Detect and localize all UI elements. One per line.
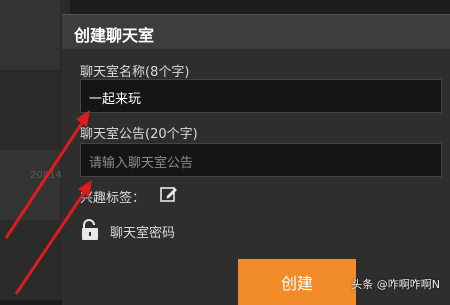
room-name-label: 聊天室名称(8个字) bbox=[80, 65, 190, 80]
room-name-value: 一起来玩 bbox=[89, 92, 142, 107]
dialog-header: 创建聊天室 bbox=[62, 15, 450, 49]
dialog-title: 创建聊天室 bbox=[74, 26, 155, 45]
create-button[interactable]: 创建 bbox=[238, 259, 356, 305]
room-password-label: 聊天室密码 bbox=[110, 226, 176, 241]
room-notice-input[interactable]: 请输入聊天室公告 bbox=[80, 143, 442, 177]
room-notice-placeholder: 请输入聊天室公告 bbox=[89, 156, 194, 171]
unlock-icon[interactable] bbox=[80, 219, 102, 241]
edit-icon[interactable] bbox=[160, 185, 178, 203]
background-number: 20814 bbox=[30, 170, 62, 181]
background-blur-block bbox=[0, 0, 60, 70]
background-blur-block bbox=[0, 150, 60, 220]
room-notice-label: 聊天室公告(20个字) bbox=[80, 127, 198, 142]
interest-tags-label: 兴趣标签： bbox=[80, 191, 146, 206]
watermark: 头条 @咋啊咋啊N bbox=[351, 278, 440, 291]
create-chatroom-dialog: 创建聊天室 聊天室名称(8个字) 一起来玩 聊天室公告(20个字) 请输入聊天室… bbox=[62, 14, 450, 305]
room-name-input[interactable]: 一起来玩 bbox=[80, 79, 442, 113]
